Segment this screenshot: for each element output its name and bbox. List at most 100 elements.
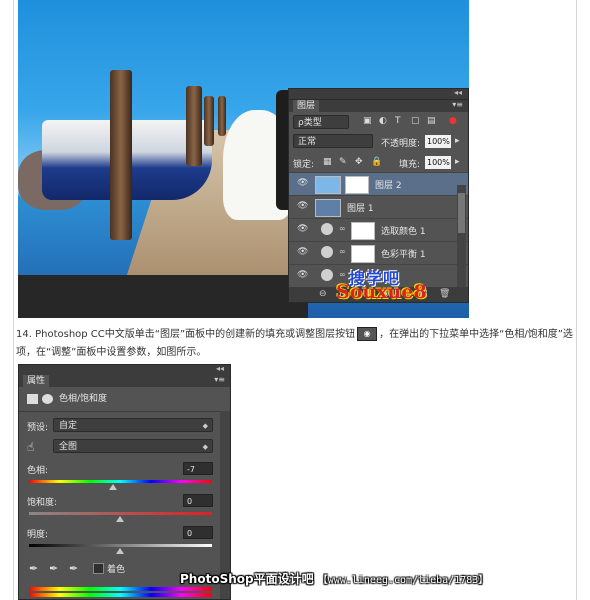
layer-thumbnail bbox=[315, 176, 341, 194]
collapse-icon[interactable]: ◂◂ bbox=[216, 365, 224, 373]
layer-name: 图层 2 bbox=[375, 181, 402, 191]
hue-input[interactable]: -7 bbox=[183, 462, 213, 475]
eye-icon[interactable]: 👁 bbox=[297, 224, 308, 234]
eye-icon[interactable]: 👁 bbox=[297, 178, 308, 188]
adjustment-layer-icon bbox=[321, 223, 333, 235]
photo-bottom-band bbox=[18, 275, 308, 318]
lock-all-icon[interactable]: 🔒 bbox=[371, 157, 382, 167]
lock-pixels-icon[interactable]: ✎ bbox=[339, 157, 347, 167]
colorize-checkbox[interactable] bbox=[93, 563, 104, 574]
layer-row[interactable]: 👁 ∞ 选取颜色 1 bbox=[289, 218, 468, 241]
instruction-paragraph: 14. Photoshop CC中文版单击“图层”面板中的创建新的填充或调整图层… bbox=[16, 326, 576, 362]
panel-menu-icon[interactable]: ▾≡ bbox=[452, 100, 463, 109]
fill-dropdown-icon[interactable]: ▸ bbox=[455, 157, 460, 167]
fill-field[interactable]: 100% bbox=[425, 156, 451, 169]
hue-slider-track[interactable] bbox=[29, 480, 212, 483]
lock-position-icon[interactable]: ✥ bbox=[355, 157, 363, 167]
layer-row[interactable]: 👁 图层 2 bbox=[289, 172, 468, 195]
dock-post bbox=[218, 96, 226, 136]
preset-label: 预设: bbox=[27, 423, 49, 433]
blend-mode-select[interactable]: 正常 bbox=[293, 134, 373, 148]
lightness-slider-knob[interactable] bbox=[116, 548, 124, 554]
lock-row: 锁定: ▦ ✎ ✥ 🔒 填充: 100% ▸ bbox=[289, 152, 468, 172]
channel-select[interactable]: 全图 ◆ bbox=[53, 439, 213, 453]
eyedropper-add-icon[interactable]: ✒ bbox=[49, 562, 58, 575]
footer-url: 【www.lineeg.com/tieba/1783】 bbox=[317, 575, 489, 586]
preset-select[interactable]: 自定 ◆ bbox=[53, 418, 213, 432]
layer-thumbnail bbox=[315, 199, 341, 217]
dock-post bbox=[186, 86, 202, 166]
link-icon: ∞ bbox=[339, 224, 346, 233]
adjustment-layer-icon bbox=[321, 269, 333, 281]
layer-mask-thumbnail bbox=[351, 245, 375, 263]
layer-filter-label: ρ类型 bbox=[298, 118, 322, 128]
eyedropper-subtract-icon[interactable]: ✒ bbox=[69, 562, 78, 575]
adjustment-layer-icon bbox=[321, 246, 333, 258]
layers-scrollbar[interactable] bbox=[457, 185, 466, 295]
colorize-label: 着色 bbox=[107, 565, 126, 575]
chevron-icon: ◆ bbox=[202, 422, 208, 430]
blend-row: 正常 不透明度: 100% ▸ bbox=[289, 132, 468, 152]
preset-value: 自定 bbox=[59, 421, 78, 431]
mask-icon[interactable] bbox=[42, 393, 53, 404]
lightness-label: 明度: bbox=[27, 530, 49, 540]
eye-icon[interactable]: 👁 bbox=[297, 201, 308, 211]
pixel-filter-icon[interactable]: ▣ bbox=[363, 116, 372, 126]
channel-value: 全图 bbox=[59, 442, 78, 452]
filter-row: ρ类型 ▣ ◐ T ▢ ▤ ● bbox=[289, 112, 468, 132]
adjustment-filter-icon[interactable]: ◐ bbox=[379, 116, 387, 126]
type-filter-icon[interactable]: T bbox=[395, 116, 401, 126]
spectrum-bar-top bbox=[29, 587, 212, 591]
right-rule bbox=[576, 0, 577, 600]
link-icon: ∞ bbox=[339, 247, 346, 256]
properties-tab[interactable]: 属性 bbox=[23, 375, 50, 387]
properties-panel: ◂◂ 属性 ▾≡ 色相/饱和度 预设: 自定 ◆ ☝ 全图 ◆ 色相: -7 饱和度… bbox=[18, 364, 231, 600]
watermark-en: Souxue8 bbox=[336, 281, 427, 303]
collapse-icon[interactable]: ◂◂ bbox=[454, 88, 462, 97]
divider bbox=[19, 411, 230, 412]
lock-transparent-icon[interactable]: ▦ bbox=[323, 157, 332, 167]
layers-tab-row: 图层 ▾≡ bbox=[289, 100, 468, 112]
footer-brand: PhotoShop平面设计吧 bbox=[180, 572, 314, 586]
filter-toggle-icon[interactable]: ● bbox=[449, 116, 457, 126]
smart-object-filter-icon[interactable]: ▤ bbox=[427, 116, 436, 126]
properties-tab-row: 属性 ▾≡ bbox=[19, 375, 230, 387]
dock-post bbox=[204, 96, 214, 146]
shape-filter-icon[interactable]: ▢ bbox=[411, 116, 420, 126]
eye-icon[interactable]: 👁 bbox=[297, 270, 308, 280]
layers-panel-header: ◂◂ bbox=[289, 88, 468, 100]
left-rule bbox=[13, 0, 14, 600]
saturation-slider-knob[interactable] bbox=[116, 516, 124, 522]
saturation-slider-track[interactable] bbox=[29, 512, 212, 515]
link-layers-icon[interactable]: ⊖ bbox=[319, 289, 327, 299]
lightness-input[interactable]: 0 bbox=[183, 526, 213, 539]
layer-name: 图层 1 bbox=[347, 204, 374, 214]
panel-menu-icon[interactable]: ▾≡ bbox=[214, 375, 225, 384]
fill-label: 填充: bbox=[399, 160, 421, 170]
blend-mode-value: 正常 bbox=[298, 137, 317, 147]
eye-icon[interactable]: 👁 bbox=[297, 247, 308, 257]
layers-tab[interactable]: 图层 bbox=[293, 100, 320, 112]
layer-name: 色彩平衡 1 bbox=[381, 250, 426, 260]
instruction-text-before: 14. Photoshop CC中文版单击“图层”面板中的创建新的填充或调整图层… bbox=[16, 329, 356, 340]
layer-row[interactable]: 👁 图层 1 bbox=[289, 195, 468, 218]
adjustment-title-text: 色相/饱和度 bbox=[59, 394, 108, 404]
layer-row[interactable]: 👁 ∞ 色彩平衡 1 bbox=[289, 241, 468, 264]
spectrum-bar-bottom bbox=[29, 593, 212, 597]
properties-header: ◂◂ bbox=[19, 365, 230, 375]
opacity-dropdown-icon[interactable]: ▸ bbox=[455, 136, 460, 146]
delete-layer-icon[interactable]: 🗑 bbox=[439, 289, 450, 299]
saturation-label: 饱和度: bbox=[27, 498, 58, 508]
layer-mask-thumbnail bbox=[351, 222, 375, 240]
hue-slider-knob[interactable] bbox=[109, 484, 117, 490]
link-icon: ∞ bbox=[339, 270, 346, 279]
hand-tool-icon[interactable]: ☝ bbox=[27, 440, 34, 454]
layer-filter-select[interactable]: ρ类型 bbox=[293, 115, 349, 129]
layer-name: 选取颜色 1 bbox=[381, 227, 426, 237]
opacity-field[interactable]: 100% bbox=[425, 135, 451, 148]
eyedropper-icon[interactable]: ✒ bbox=[29, 562, 38, 575]
scroll-thumb[interactable] bbox=[458, 193, 465, 233]
new-adjustment-button-icon: ◉ bbox=[357, 327, 378, 341]
saturation-input[interactable]: 0 bbox=[183, 494, 213, 507]
lightness-slider-track[interactable] bbox=[29, 544, 212, 547]
